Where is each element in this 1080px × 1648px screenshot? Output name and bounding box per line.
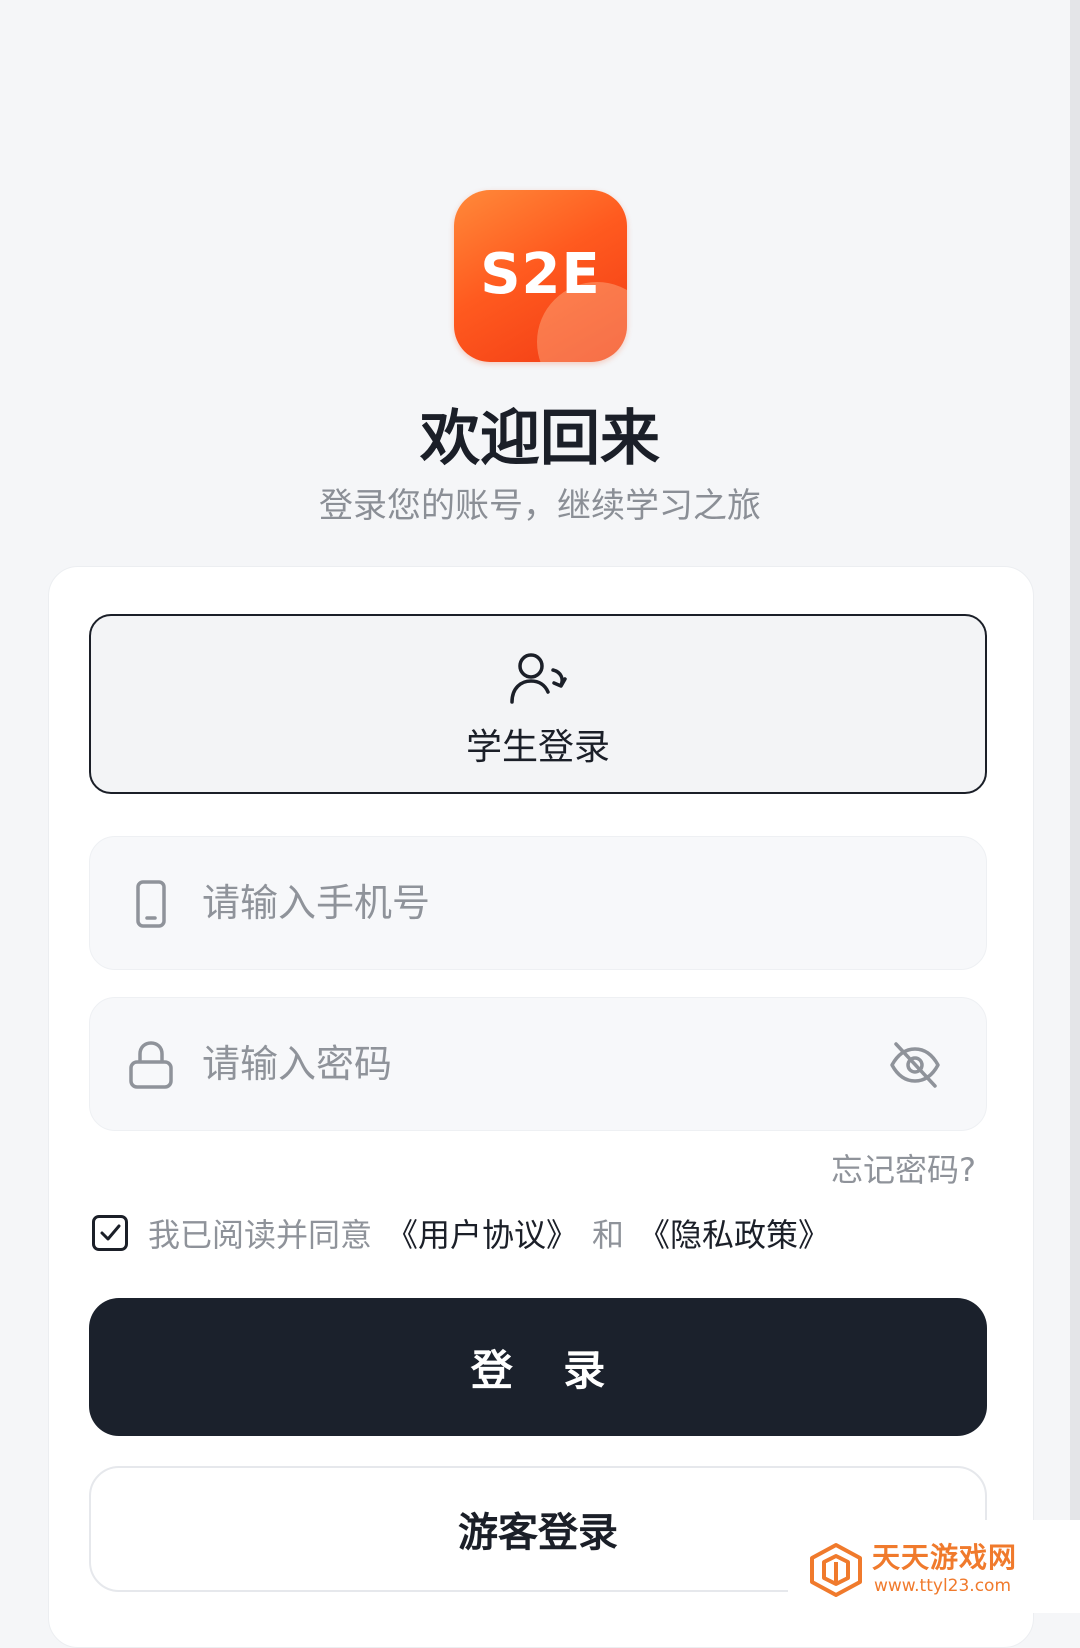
phone-icon: [136, 880, 166, 928]
user-switch-icon: [510, 653, 567, 704]
screen-edge: [1070, 0, 1080, 1520]
lock-icon: [129, 1041, 173, 1089]
app-logo: S2E: [454, 190, 627, 362]
agreement-conjunction: 和: [592, 1216, 625, 1254]
watermark-name: 天天游戏网: [872, 1541, 1018, 1574]
login-button[interactable]: 登 录: [89, 1298, 987, 1436]
forgot-password-link[interactable]: 忘记密码?: [831, 1145, 976, 1191]
eye-off-icon[interactable]: [888, 1038, 942, 1092]
password-input[interactable]: [202, 1028, 842, 1100]
phone-field: [89, 836, 987, 970]
student-login-label: 学生登录: [465, 727, 610, 768]
app-logo-text: S2E: [480, 242, 601, 307]
phone-input[interactable]: [202, 867, 842, 939]
agreement-prefix: 我已阅读并同意: [148, 1216, 373, 1254]
privacy-policy-link[interactable]: 《隐私政策》: [638, 1210, 830, 1256]
check-icon: [100, 1224, 121, 1241]
password-field: [89, 997, 987, 1131]
watermark-url: www.ttyl23.com: [874, 1576, 1012, 1596]
student-login-role[interactable]: 学生登录: [89, 614, 987, 794]
page-title: 欢迎回来: [420, 404, 660, 474]
agreement-row: 我已阅读并同意 《用户协议》 和 《隐私政策》: [92, 1208, 844, 1258]
agreement-checkbox[interactable]: [92, 1215, 128, 1251]
watermark-logo-icon: [810, 1543, 862, 1597]
page-subtitle: 登录您的账号，继续学习之旅: [319, 486, 761, 526]
watermark: 天天游戏网 www.ttyl23.com: [788, 1520, 1080, 1613]
user-agreement-link[interactable]: 《用户协议》: [386, 1210, 578, 1256]
